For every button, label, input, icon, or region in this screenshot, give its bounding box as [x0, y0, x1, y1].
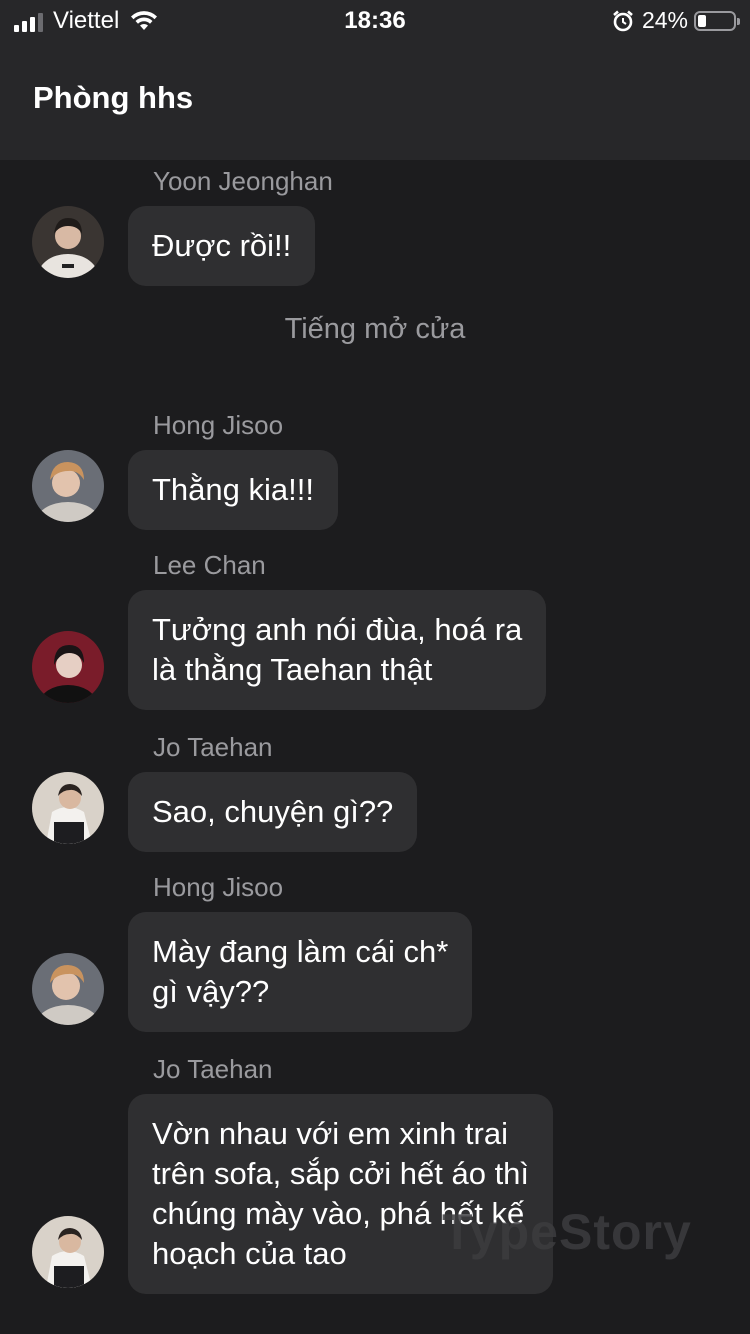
typestory-watermark: TypeStory	[442, 1204, 692, 1260]
status-right: 24%	[612, 7, 740, 34]
system-message: Tiếng mở cửa	[284, 313, 466, 345]
battery-percent: 24%	[641, 7, 688, 33]
sender-name: Jo Taehan	[153, 1054, 273, 1084]
message-bubble: Sao, chuyện gì??	[128, 772, 418, 852]
avatar-image	[32, 1216, 104, 1288]
status-bar: Viettel 18:36 24%	[0, 0, 750, 42]
avatar-image	[32, 631, 104, 703]
sender-name: Yoon Jeonghan	[153, 166, 333, 196]
avatar-image	[32, 450, 104, 522]
message-bubble: Thằng kia!!!	[128, 450, 338, 530]
battery-fill	[698, 14, 706, 27]
avatar-image	[32, 772, 104, 844]
battery-icon	[694, 10, 740, 31]
chat-screen: Viettel 18:36 24% Phòng hhs Yoon Jeongha…	[0, 0, 750, 1334]
sender-name: Hong Jisoo	[153, 410, 284, 440]
avatar-image	[32, 953, 104, 1025]
message-bubble: Tưởng anh nói đùa, hoá ra là thằng Taeha…	[128, 590, 547, 710]
avatar-jisoo[interactable]	[32, 450, 104, 522]
chat-header: Phòng hhs	[0, 42, 750, 160]
avatar-taehan[interactable]	[32, 772, 104, 844]
message-bubble: Mày đang làm cái ch* gì vậy??	[128, 912, 473, 1032]
avatar-chan[interactable]	[32, 631, 104, 703]
sender-name: Lee Chan	[153, 550, 266, 580]
sender-name: Jo Taehan	[153, 732, 273, 762]
avatar-jisoo[interactable]	[32, 953, 104, 1025]
alarm-icon	[613, 10, 633, 31]
sender-name: Hong Jisoo	[153, 872, 284, 902]
chat-title[interactable]: Phòng hhs	[33, 80, 193, 116]
avatar-taehan[interactable]	[32, 1216, 104, 1288]
avatar-jeonghan[interactable]	[32, 206, 104, 278]
message-bubble: Được rồi!!	[128, 206, 316, 286]
message-bubble: Vờn nhau với em xinh trai trên sofa, sắp…	[128, 1094, 554, 1294]
avatar-image	[32, 206, 104, 278]
